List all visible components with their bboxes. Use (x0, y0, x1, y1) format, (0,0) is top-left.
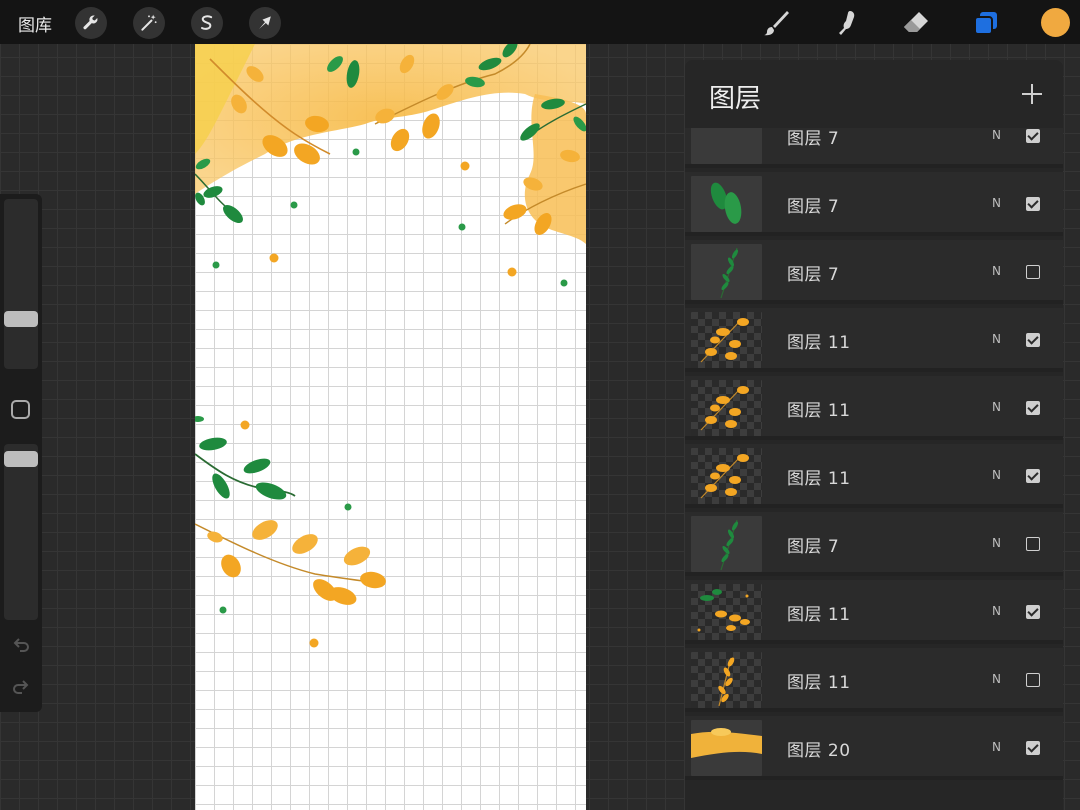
smudge-tool-button[interactable] (829, 6, 863, 40)
layer-name: 图层 11 (787, 605, 851, 625)
layer-visibility-checkbox[interactable] (1026, 605, 1040, 619)
actions-button[interactable] (75, 7, 107, 39)
watercolor-wash-right (524, 94, 586, 244)
layers-title: 图层 (709, 84, 762, 114)
layer-blend-mode-button[interactable]: N (992, 332, 1001, 346)
layer-visibility-checkbox[interactable] (1026, 537, 1040, 551)
layers-icon (974, 12, 997, 35)
layer-thumbnail (691, 244, 762, 300)
add-layer-icon[interactable] (1018, 80, 1046, 108)
adjustments-button[interactable] (133, 7, 165, 39)
layers-header: 图层 (685, 60, 1063, 128)
layer-visibility-checkbox[interactable] (1026, 197, 1040, 211)
layer-blend-mode-button[interactable]: N (992, 604, 1001, 618)
layer-row[interactable]: 图层 11 N (685, 376, 1063, 440)
scattered-dots (212, 148, 568, 648)
layer-name: 图层 7 (787, 197, 840, 217)
gallery-button[interactable]: 图库 (18, 11, 52, 36)
layer-thumbnail (691, 312, 762, 368)
smudge-icon (839, 11, 855, 35)
modify-button[interactable] (11, 400, 30, 419)
brush-tool-button[interactable] (759, 6, 793, 40)
layer-name: 图层 11 (787, 673, 851, 693)
orange-branch-lower-left (195, 520, 386, 605)
layer-blend-mode-button[interactable]: N (992, 468, 1001, 482)
layers-panel: 图层 7 N 图层 7 N 图层 7 N 图层 11 N 图层 11 N 图层 11 N 图层 7 N 图层… (685, 60, 1063, 810)
layer-name: 图层 11 (787, 401, 851, 421)
undo-icon (13, 638, 29, 652)
eraser-icon (904, 12, 928, 32)
layer-thumbnail (691, 720, 762, 776)
left-sidebar (0, 194, 42, 712)
layer-row[interactable]: 图层 11 N (685, 580, 1063, 644)
layer-thumbnail (691, 584, 762, 640)
layer-name: 图层 11 (787, 333, 851, 353)
layer-visibility-checkbox[interactable] (1026, 469, 1040, 483)
layer-blend-mode-button[interactable]: N (992, 264, 1001, 278)
redo-icon (13, 680, 29, 694)
layer-row[interactable]: 图层 11 N (685, 444, 1063, 508)
layer-visibility-checkbox[interactable] (1026, 673, 1040, 687)
canvas-artwork (195, 44, 586, 648)
opacity-slider[interactable] (4, 444, 38, 620)
layer-thumbnail (691, 652, 762, 708)
layer-row[interactable]: 图层 11 N (685, 308, 1063, 372)
layers-tool-button[interactable] (969, 6, 1003, 40)
layer-thumbnail (691, 448, 762, 504)
layer-thumbnail (691, 516, 762, 572)
layer-visibility-checkbox[interactable] (1026, 129, 1040, 143)
color-picker-button[interactable] (1041, 8, 1070, 37)
opacity-thumb[interactable] (4, 451, 38, 467)
top-toolbar: 图库 (0, 0, 1080, 44)
layer-thumbnail (691, 380, 762, 436)
redo-button[interactable] (10, 676, 32, 698)
layer-visibility-checkbox[interactable] (1026, 741, 1040, 755)
layer-row[interactable]: 图层 7 N (685, 512, 1063, 576)
layers-list[interactable]: 图层 7 N 图层 7 N 图层 7 N 图层 11 N 图层 11 N 图层 11 N 图层 7 N 图层… (685, 60, 1063, 810)
layer-row[interactable]: 图层 7 N (685, 172, 1063, 236)
drawing-canvas[interactable] (195, 44, 586, 810)
layer-blend-mode-button[interactable]: N (992, 400, 1001, 414)
layer-blend-mode-button[interactable]: N (992, 196, 1001, 210)
layer-thumbnail (691, 176, 762, 232)
layer-row[interactable]: 图层 7 N (685, 240, 1063, 304)
layer-name: 图层 11 (787, 469, 851, 489)
selection-button[interactable] (191, 7, 223, 39)
layer-blend-mode-button[interactable]: N (992, 536, 1001, 550)
transform-button[interactable] (249, 7, 281, 39)
layer-name: 图层 20 (787, 741, 851, 761)
layer-visibility-checkbox[interactable] (1026, 265, 1040, 279)
brush-icon (764, 11, 789, 36)
layer-blend-mode-button[interactable]: N (992, 740, 1001, 754)
layer-visibility-checkbox[interactable] (1026, 401, 1040, 415)
eraser-tool-button[interactable] (899, 6, 933, 40)
undo-button[interactable] (10, 634, 32, 656)
layer-blend-mode-button[interactable]: N (992, 128, 1001, 142)
wrench-icon (83, 15, 98, 30)
layer-blend-mode-button[interactable]: N (992, 672, 1001, 686)
transform-arrow-icon (259, 16, 271, 29)
layer-name: 图层 7 (787, 537, 840, 557)
magic-wand-icon (141, 14, 157, 31)
selection-icon (201, 15, 213, 30)
brush-size-thumb[interactable] (4, 311, 38, 327)
brush-size-slider[interactable] (4, 199, 38, 369)
layer-visibility-checkbox[interactable] (1026, 333, 1040, 347)
layer-name: 图层 7 (787, 265, 840, 285)
layer-row[interactable]: 图层 11 N (685, 648, 1063, 712)
layer-row[interactable]: 图层 20 N (685, 716, 1063, 780)
